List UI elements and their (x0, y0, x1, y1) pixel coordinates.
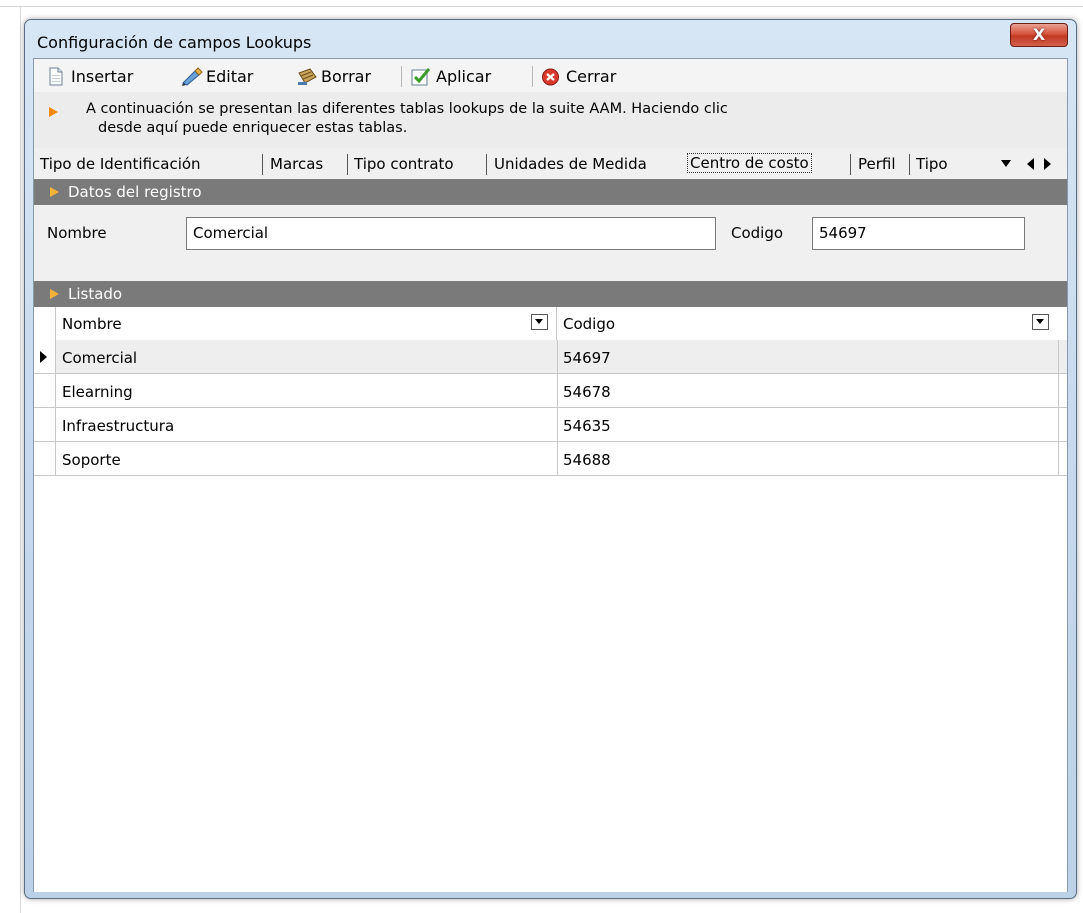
backdrop-line-top (0, 6, 1083, 7)
insert-label: Insertar (71, 66, 134, 86)
tab-separator (850, 154, 851, 175)
table-row[interactable]: Infraestructura 54635 (34, 408, 1067, 442)
tab-marcas[interactable]: Marcas (270, 155, 323, 173)
window-close-button[interactable]: X (1010, 23, 1068, 47)
tab-separator (347, 154, 348, 175)
lookup-grid: Nombre Codigo Comercial 54697 Elearning … (34, 307, 1067, 892)
cell-nombre[interactable]: Soporte (62, 451, 121, 469)
info-line-1: A continuación se presentan las diferent… (86, 101, 728, 117)
cell-nombre[interactable]: Elearning (62, 383, 133, 401)
row-end-line (1058, 442, 1059, 475)
delete-icon (296, 67, 317, 86)
record-section-header: Datos del registro (34, 179, 1067, 205)
section-arrow-icon (50, 289, 59, 299)
scroll-right-icon[interactable] (1044, 158, 1051, 170)
scroll-left-icon[interactable] (1027, 158, 1034, 170)
tab-tipo[interactable]: Tipo (916, 155, 948, 173)
cell-codigo[interactable]: 54678 (563, 383, 611, 401)
column-divider[interactable] (556, 307, 557, 340)
record-form: Nombre Comercial Codigo 54697 (34, 205, 1067, 281)
delete-label: Borrar (321, 66, 372, 86)
row-end-line (1058, 374, 1059, 407)
tab-overflow-icon[interactable] (1001, 160, 1011, 167)
column-divider (557, 374, 558, 407)
cell-nombre[interactable]: Infraestructura (62, 417, 174, 435)
edit-icon (181, 66, 203, 86)
row-header[interactable] (34, 374, 56, 407)
tab-centro-de-costo[interactable]: Centro de costo (687, 153, 812, 173)
table-row[interactable]: Soporte 54688 (34, 442, 1067, 476)
row-end-line (1058, 340, 1059, 373)
apply-label: Aplicar (436, 66, 492, 86)
cell-codigo[interactable]: 54688 (563, 451, 611, 469)
grid-header: Nombre Codigo (34, 307, 1067, 341)
lookup-tabs: Tipo de Identificación Marcas Tipo contr… (34, 148, 1067, 179)
column-divider (557, 340, 558, 373)
window-title: Configuración de campos Lookups (37, 33, 312, 52)
cell-nombre[interactable]: Comercial (62, 349, 137, 367)
code-label: Codigo (731, 224, 784, 242)
column-divider (557, 408, 558, 441)
apply-icon (411, 67, 431, 86)
row-header[interactable] (34, 408, 56, 441)
dropdown-icon[interactable] (1032, 314, 1049, 330)
name-field[interactable]: Comercial (186, 217, 716, 250)
table-row[interactable]: Elearning 54678 (34, 374, 1067, 408)
tab-tipo-de-identificacion[interactable]: Tipo de Identificación (40, 155, 201, 173)
row-end-line (1058, 408, 1059, 441)
record-section-title: Datos del registro (68, 183, 202, 201)
name-label: Nombre (47, 224, 107, 242)
cell-codigo[interactable]: 54635 (563, 417, 611, 435)
column-header-codigo[interactable]: Codigo (563, 315, 615, 333)
tab-separator (486, 154, 487, 175)
tab-unidades-de-medida[interactable]: Unidades de Medida (494, 155, 647, 173)
grid-corner (34, 307, 56, 340)
row-header[interactable] (34, 340, 56, 373)
section-arrow-icon (50, 187, 59, 197)
list-section-header: Listado (34, 281, 1067, 307)
title-bar[interactable]: Configuración de campos Lookups X (25, 20, 1076, 58)
info-panel: A continuación se presentan las diferent… (34, 92, 1067, 148)
row-header[interactable] (34, 442, 56, 475)
column-divider (557, 442, 558, 475)
edit-label: Editar (206, 66, 254, 86)
tab-separator (909, 154, 910, 175)
client-area: Insertar Editar Borrar Aplicar Cerrar A … (33, 58, 1068, 892)
close-icon (541, 67, 560, 86)
code-field[interactable]: 54697 (812, 217, 1025, 250)
list-section-title: Listado (68, 285, 123, 303)
info-arrow-icon (49, 107, 58, 117)
apply-button[interactable]: Aplicar (411, 64, 491, 88)
table-row[interactable]: Comercial 54697 (34, 340, 1067, 374)
insert-icon (46, 67, 65, 86)
close-x-icon: X (1032, 25, 1046, 44)
lookup-config-window: Configuración de campos Lookups X Insert… (24, 19, 1077, 899)
toolbar: Insertar Editar Borrar Aplicar Cerrar (34, 59, 1067, 92)
tab-perfil[interactable]: Perfil (858, 155, 896, 173)
cell-codigo[interactable]: 54697 (563, 349, 611, 367)
delete-button[interactable]: Borrar (296, 64, 371, 88)
close-label: Cerrar (566, 66, 617, 86)
insert-button[interactable]: Insertar (46, 64, 133, 88)
column-header-nombre[interactable]: Nombre (62, 315, 122, 333)
close-button[interactable]: Cerrar (541, 64, 616, 88)
toolbar-separator (401, 66, 402, 87)
toolbar-separator (532, 66, 533, 87)
backdrop-line-left (20, 6, 21, 913)
dropdown-icon[interactable] (531, 314, 548, 330)
row-indicator-icon (40, 351, 47, 363)
edit-button[interactable]: Editar (181, 64, 253, 88)
tab-separator (262, 154, 263, 175)
info-line-2: desde aquí puede enriquecer estas tablas… (98, 120, 408, 136)
info-text: A continuación se presentan las diferent… (86, 100, 728, 138)
tab-tipo-contrato[interactable]: Tipo contrato (354, 155, 454, 173)
